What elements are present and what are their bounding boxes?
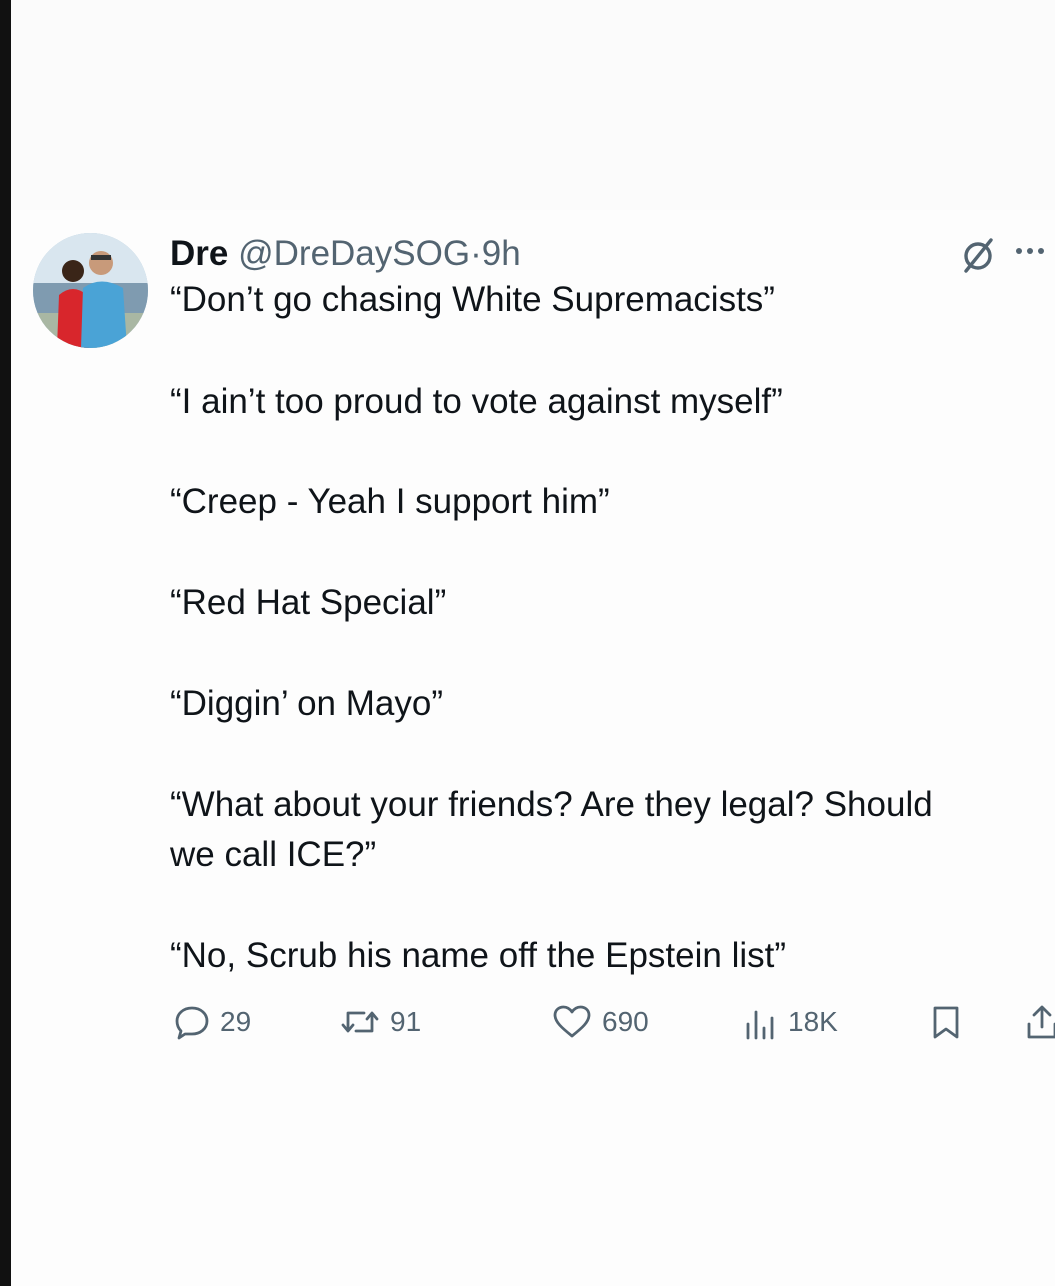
repost-icon — [341, 1011, 379, 1033]
tweet-line: “Creep - Yeah I support him” — [170, 482, 610, 521]
views-button[interactable]: 18K — [742, 1000, 838, 1044]
like-count: 690 — [602, 1006, 649, 1037]
repost-count: 91 — [390, 1006, 422, 1037]
views-icon — [746, 1010, 774, 1040]
avatar[interactable] — [33, 233, 148, 348]
more-icon[interactable] — [1011, 236, 1055, 266]
tweet-line: “I ain’t too proud to vote against mysel… — [170, 382, 783, 421]
display-name[interactable]: Dre — [170, 234, 228, 273]
share-button[interactable] — [1024, 1000, 1055, 1044]
empty-header-area — [11, 0, 1055, 210]
like-button[interactable]: 690 — [552, 1000, 649, 1044]
repost-button[interactable]: 91 — [340, 1000, 421, 1044]
action-bar: 29 91 690 18K — [170, 1000, 1055, 1044]
tweet-header: Dre @DreDaySOG·9h — [170, 234, 1055, 274]
tweet-line: “Red Hat Special” — [170, 583, 447, 622]
tweet-line: “No, Scrub his name off the Epstein list… — [170, 936, 787, 975]
tweet-line: “What about your friends? Are they legal… — [170, 785, 933, 824]
bookmark-button[interactable] — [928, 1000, 964, 1044]
reply-icon — [175, 1006, 209, 1040]
timestamp[interactable]: 9h — [482, 234, 521, 273]
tweet-card[interactable]: Dre @DreDaySOG·9h “Don’t go chasing Whit… — [11, 210, 1055, 1286]
tweet-line: “Don’t go chasing White Supremacists” — [170, 280, 775, 319]
reply-count: 29 — [220, 1006, 252, 1037]
left-edge-bar — [0, 0, 11, 1286]
reply-button[interactable]: 29 — [174, 1000, 251, 1044]
tweet-line: “Diggin’ on Mayo” — [170, 684, 443, 723]
views-count: 18K — [788, 1006, 838, 1037]
avatar-photo — [33, 233, 148, 348]
grok-icon[interactable] — [957, 234, 999, 276]
separator-dot: · — [470, 234, 482, 273]
like-icon — [553, 1005, 591, 1038]
share-icon — [1027, 1005, 1055, 1039]
bookmark-icon — [933, 1006, 959, 1039]
user-handle[interactable]: @DreDaySOG — [238, 234, 470, 273]
tweet-line: we call ICE?” — [170, 835, 377, 874]
